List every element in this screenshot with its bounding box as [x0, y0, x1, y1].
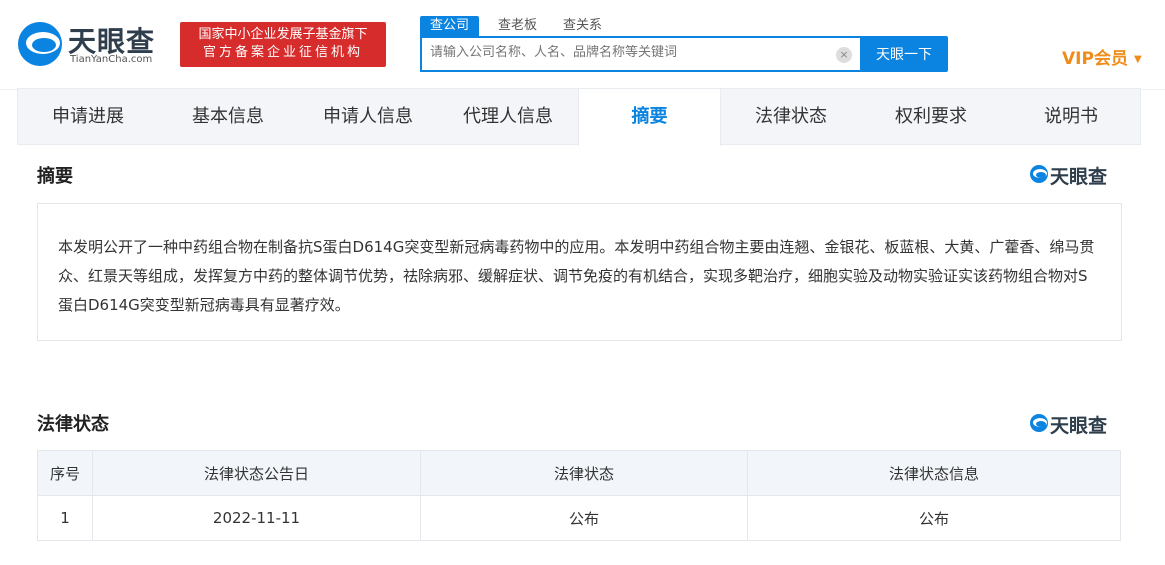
badge-line-2: 官方备案企业征信机构: [202, 45, 363, 60]
cell-status: 公布: [420, 495, 748, 541]
abstract-content: 本发明公开了一种中药组合物在制备抗S蛋白D614G突变型新冠病毒药物中的应用。本…: [37, 203, 1122, 341]
abstract-title: 摘要: [37, 166, 73, 187]
table-row: 1 2022-11-11 公布 公布: [37, 495, 1121, 541]
site-logo[interactable]: 天眼查 TianYanCha.com: [18, 20, 168, 70]
legal-brand-watermark: 天眼查: [1030, 411, 1122, 437]
tab-description[interactable]: 说明书: [1001, 89, 1141, 146]
tab-abstract[interactable]: 摘要: [578, 89, 721, 146]
search-tab-company[interactable]: 查公司: [420, 16, 480, 36]
brand-watermark-text: 天眼查: [1050, 166, 1108, 188]
cell-info: 公布: [747, 495, 1121, 541]
tianyancha-logo-icon: [1030, 165, 1048, 183]
site-header: 天眼查 TianYanCha.com 国家中小企业发展子基金旗下 官方备案企业征…: [0, 0, 1165, 90]
chevron-down-icon: ▼: [1133, 53, 1142, 65]
brand-watermark-text: 天眼查: [1050, 415, 1108, 437]
vip-label: VIP会员: [1062, 49, 1128, 69]
tab-applicant-info[interactable]: 申请人信息: [298, 89, 438, 146]
column-header-info: 法律状态信息: [747, 450, 1121, 496]
clear-icon[interactable]: ×: [836, 47, 852, 63]
column-header-status: 法律状态: [420, 450, 748, 496]
detail-tabs: 申请进展 基本信息 申请人信息 代理人信息 摘要 法律状态 权利要求 说明书: [17, 88, 1141, 146]
abstract-brand-watermark: 天眼查: [1030, 162, 1122, 188]
tab-legal-status[interactable]: 法律状态: [721, 89, 861, 146]
certification-badge: 国家中小企业发展子基金旗下 官方备案企业征信机构: [180, 22, 386, 67]
search-tab-boss[interactable]: 查老板: [498, 16, 537, 36]
column-header-index: 序号: [37, 450, 93, 496]
tab-agent-info[interactable]: 代理人信息: [438, 89, 578, 146]
badge-line-1: 国家中小企业发展子基金旗下: [198, 27, 368, 42]
tab-basic-info[interactable]: 基本信息: [158, 89, 298, 146]
search-button[interactable]: 天眼一下: [860, 36, 948, 72]
search-tab-relation[interactable]: 查关系: [563, 16, 602, 36]
search-box: ×: [420, 36, 862, 72]
cell-index: 1: [37, 495, 93, 541]
legal-status-table: 序号 法律状态公告日 法律状态 法律状态信息 1 2022-11-11 公布 公…: [37, 450, 1121, 541]
tab-application-progress[interactable]: 申请进展: [18, 89, 158, 146]
search-input[interactable]: [430, 45, 830, 60]
legal-status-title: 法律状态: [37, 414, 109, 435]
logo-name-en: TianYanCha.com: [70, 54, 153, 65]
cell-date: 2022-11-11: [92, 495, 421, 541]
vip-menu[interactable]: VIP会员 ▼: [1062, 44, 1142, 69]
tianyancha-logo-icon: [1030, 414, 1048, 432]
tab-claims[interactable]: 权利要求: [861, 89, 1001, 146]
column-header-date: 法律状态公告日: [92, 450, 421, 496]
table-header-row: 序号 法律状态公告日 法律状态 法律状态信息: [37, 450, 1121, 496]
tianyancha-logo-icon: [18, 22, 62, 66]
